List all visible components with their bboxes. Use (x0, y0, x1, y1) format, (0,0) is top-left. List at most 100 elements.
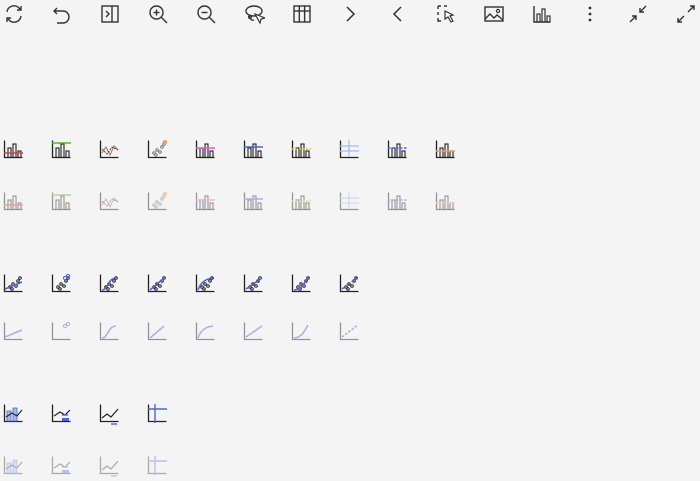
brown-line-option[interactable] (99, 191, 121, 213)
exponential-trend-option[interactable] (243, 321, 265, 343)
arrow-line-option[interactable] (99, 455, 121, 477)
arrow-line-option[interactable] (99, 403, 121, 425)
scatter-orange-point-icon (147, 192, 167, 211)
green-bar-line-option[interactable] (51, 139, 73, 161)
box-select-button[interactable] (435, 3, 457, 25)
loess-trend-option[interactable] (291, 273, 313, 295)
image-button[interactable] (483, 3, 505, 25)
chevron-left-icon (392, 6, 402, 22)
linear-trend-option[interactable] (3, 321, 25, 343)
pink-reference-line-icon (195, 140, 215, 159)
crosshair-option[interactable] (147, 455, 169, 477)
log-trend-icon (147, 322, 167, 341)
box-select-icon (437, 5, 455, 23)
blue-reference-line-option[interactable] (243, 139, 265, 161)
arrow-line-icon (99, 456, 119, 477)
toggle-panel-icon (101, 5, 119, 23)
undo-button[interactable] (51, 3, 73, 25)
red-reference-line-option[interactable] (3, 139, 25, 161)
scatter-trend-icon (51, 273, 71, 293)
crosshair-grid-icon (339, 192, 359, 211)
zoom-out-button[interactable] (195, 3, 217, 25)
more-vertical-button[interactable] (579, 3, 601, 25)
blue-reference-line-option[interactable] (243, 191, 265, 213)
crosshair-option[interactable] (147, 403, 169, 425)
band-option[interactable] (51, 455, 73, 477)
arrow-line-icon (99, 404, 119, 425)
dashed-trend-option[interactable] (339, 321, 361, 343)
yellow-dashed-line-option[interactable] (291, 191, 313, 213)
data-table-icon (293, 5, 311, 23)
dashed-trend-option[interactable] (339, 273, 361, 295)
zoom-in-button[interactable] (147, 3, 169, 25)
orange-reference-line-option[interactable] (435, 191, 457, 213)
scatter-orange-point-option[interactable] (147, 139, 169, 161)
crosshair-grid-option[interactable] (339, 191, 361, 213)
band-option[interactable] (51, 403, 73, 425)
box-plot-icon (3, 456, 23, 475)
scatter-trend-option[interactable] (51, 273, 73, 295)
polynomial-trend-option[interactable] (99, 321, 121, 343)
chevron-right-button[interactable] (339, 3, 361, 25)
undo-icon (53, 7, 70, 24)
band-icon (51, 404, 71, 423)
blue-reference-line-icon (243, 192, 263, 211)
blue-dashed-line-option[interactable] (387, 191, 409, 213)
brown-line-option[interactable] (99, 139, 121, 161)
orange-reference-line-icon (435, 192, 455, 211)
linear-trend-icon (3, 274, 23, 293)
green-bar-line-icon (51, 192, 71, 211)
polynomial-trend-icon (99, 322, 119, 341)
blue-reference-line-icon (243, 140, 263, 159)
crosshair-grid-icon (339, 140, 359, 159)
green-bar-line-option[interactable] (51, 191, 73, 213)
log-trend-option[interactable] (147, 321, 169, 343)
more-vertical-icon (588, 6, 592, 22)
yellow-dashed-line-icon (291, 140, 311, 159)
expand-button[interactable] (675, 3, 697, 25)
chart-button[interactable] (531, 3, 553, 25)
exponential-trend-icon (243, 274, 263, 293)
power-trend-option[interactable] (195, 273, 217, 295)
data-table-button[interactable] (291, 3, 313, 25)
lasso-select-icon (245, 5, 265, 25)
lasso-select-button[interactable] (243, 3, 265, 25)
chart-icon (533, 6, 551, 23)
linear-trend-option[interactable] (3, 273, 25, 295)
shrink-button[interactable] (627, 3, 649, 25)
blue-dashed-line-option[interactable] (387, 139, 409, 161)
scatter-trend-icon (51, 321, 71, 341)
scatter-trend-option[interactable] (51, 321, 73, 343)
blue-dashed-line-icon (387, 192, 407, 211)
exponential-trend-icon (243, 322, 263, 341)
red-reference-line-option[interactable] (3, 191, 25, 213)
toggle-panel-button[interactable] (99, 3, 121, 25)
pink-reference-line-option[interactable] (195, 191, 217, 213)
box-plot-option[interactable] (3, 455, 25, 477)
crosshair-icon (147, 456, 167, 475)
brown-line-icon (99, 140, 119, 159)
orange-reference-line-icon (435, 140, 455, 159)
expand-icon (677, 5, 695, 23)
dashed-trend-icon (339, 322, 359, 341)
loess-trend-icon (291, 274, 311, 293)
scatter-orange-point-icon (147, 140, 167, 159)
polynomial-trend-option[interactable] (99, 273, 121, 295)
log-trend-option[interactable] (147, 273, 169, 295)
yellow-dashed-line-option[interactable] (291, 139, 313, 161)
scatter-orange-point-option[interactable] (147, 191, 169, 213)
exponential-trend-option[interactable] (243, 273, 265, 295)
crosshair-grid-option[interactable] (339, 139, 361, 161)
yellow-dashed-line-icon (291, 192, 311, 211)
power-trend-option[interactable] (195, 321, 217, 343)
zoom-out-icon (197, 5, 216, 24)
band-icon (51, 456, 71, 475)
orange-reference-line-option[interactable] (435, 139, 457, 161)
pink-reference-line-option[interactable] (195, 139, 217, 161)
loess-trend-option[interactable] (291, 321, 313, 343)
box-plot-option[interactable] (3, 403, 25, 425)
refresh-button[interactable] (3, 3, 25, 25)
chevron-right-icon (346, 6, 356, 22)
pink-reference-line-icon (195, 192, 215, 211)
chevron-left-button[interactable] (387, 3, 409, 25)
